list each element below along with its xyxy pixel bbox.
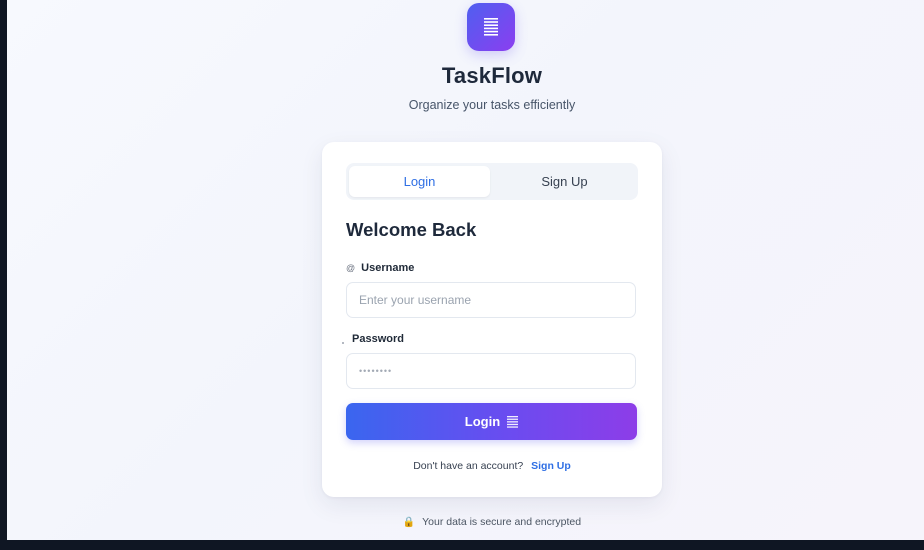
lock-dot-icon [342,342,344,344]
signup-link[interactable]: Sign Up [531,460,571,472]
login-button[interactable]: Login [346,403,637,440]
username-label-text: Username [361,262,415,274]
document-lines-icon [484,18,498,36]
app-tagline: Organize your tasks efficiently [408,98,576,112]
username-input[interactable] [346,282,636,318]
signup-prompt-text: Don't have an account? [413,460,524,472]
username-label: @ Username [346,262,414,274]
password-input[interactable] [346,353,636,389]
security-note-text: Your data is secure and encrypted [422,516,582,528]
app-logo [467,3,515,51]
lock-icon: 🔒 [402,517,416,528]
auth-tabs: Login Sign Up [346,163,638,200]
password-label-text: Password [352,333,404,345]
login-card: Login Sign Up Welcome Back @ Username Pa… [322,142,662,497]
window-edge-left [0,0,7,550]
login-screen: TaskFlow Organize your tasks efficiently… [7,0,924,540]
at-sign-icon: @ [346,263,356,273]
app-title: TaskFlow [441,63,543,88]
password-label: Password [342,333,404,345]
login-button-label: Login [464,414,501,429]
document-lines-icon [507,415,519,429]
security-note: 🔒 Your data is secure and encrypted [7,516,924,528]
window-edge-bottom [0,540,924,550]
form-heading: Welcome Back [346,219,477,240]
tab-login[interactable]: Login [349,166,490,197]
signup-prompt: Don't have an account? Sign Up [322,460,662,472]
tab-signup[interactable]: Sign Up [494,166,635,197]
